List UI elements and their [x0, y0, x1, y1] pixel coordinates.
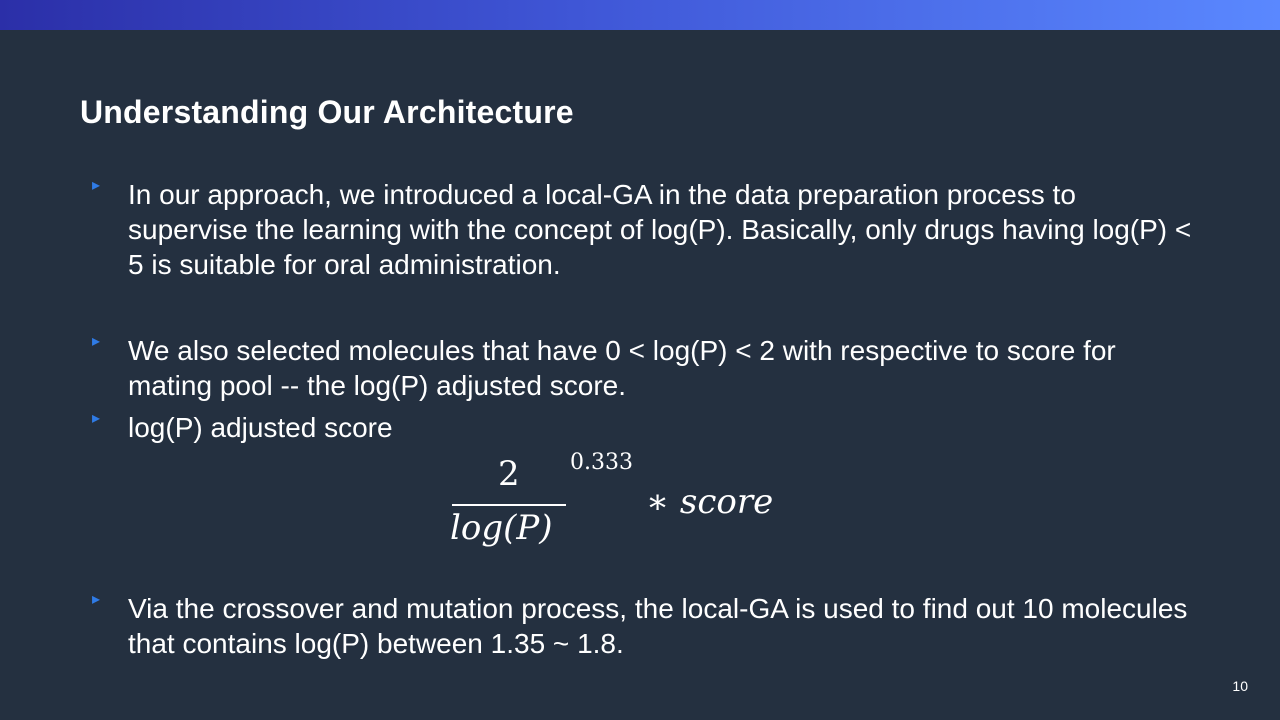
bullet-arrow-icon: ▸	[92, 333, 101, 350]
formula-numerator: 2	[498, 454, 520, 494]
formula-exponent: 0.333	[570, 450, 633, 475]
formula-multiplier: ∗ score	[646, 482, 774, 522]
formula-denominator: log(P)	[450, 508, 553, 548]
bullet-arrow-icon: ▸	[92, 591, 101, 608]
top-accent-bar	[0, 0, 1280, 30]
bullet-text: log(P) adjusted score	[128, 412, 393, 443]
page-number: 10	[1232, 678, 1248, 694]
bullet-text: We also selected molecules that have 0 <…	[128, 335, 1116, 401]
bullet-arrow-icon: ▸	[92, 410, 101, 427]
fraction-line	[452, 504, 566, 506]
bullet-arrow-icon: ▸	[92, 177, 101, 194]
bullet-text: Via the crossover and mutation process, …	[128, 593, 1188, 659]
slide-title: Understanding Our Architecture	[80, 94, 574, 130]
adjusted-score-formula: 2 log(P) 0.333 ∗ score	[440, 450, 800, 560]
bullet-text: In our approach, we introduced a local-G…	[128, 179, 1192, 280]
